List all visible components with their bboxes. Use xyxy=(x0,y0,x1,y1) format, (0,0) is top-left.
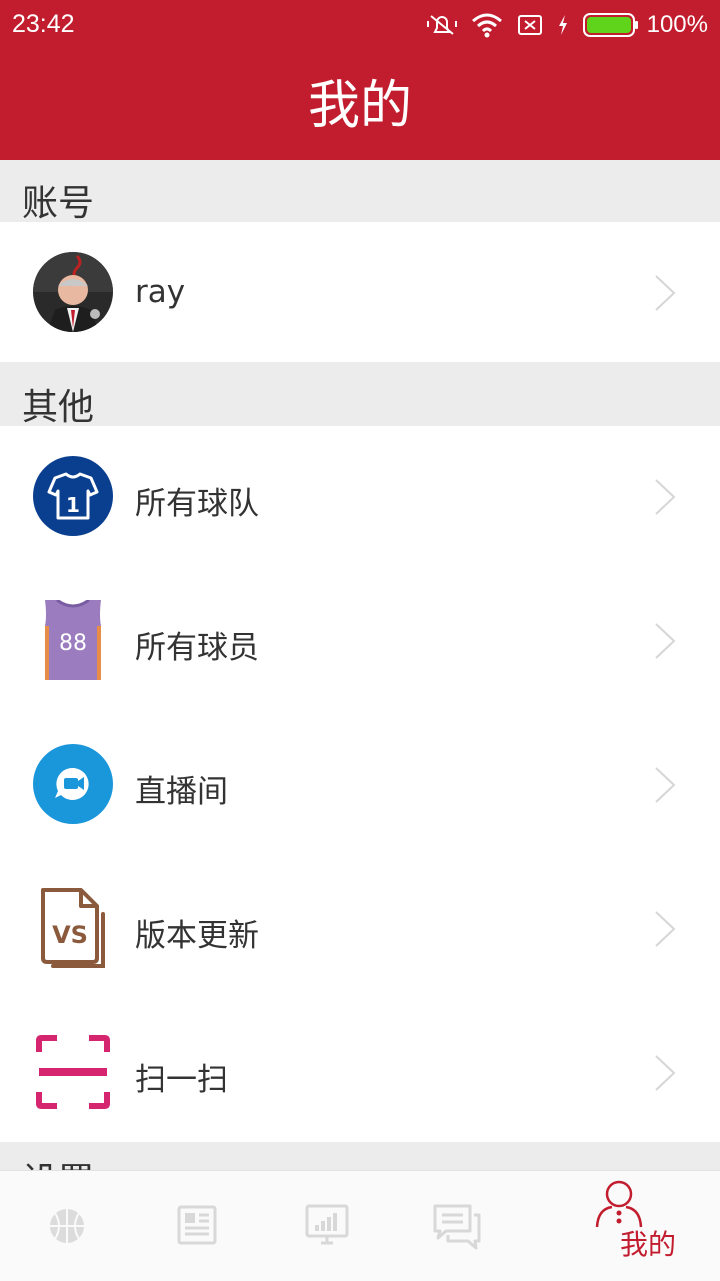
menu-label: 直播间 xyxy=(135,774,228,810)
avatar xyxy=(33,252,113,332)
menu-label: 所有球员 xyxy=(135,630,259,666)
battery-icon xyxy=(582,13,638,37)
menu-item-version-update[interactable]: VS 版本更新 xyxy=(0,858,720,1002)
other-card: 1 所有球队 88 所有球员 直播间 VS 版本更新 扫一扫 xyxy=(0,426,720,1142)
tab-news[interactable] xyxy=(144,1171,288,1281)
menu-label: 所有球队 xyxy=(135,486,259,522)
vs-file-icon: VS xyxy=(41,888,105,968)
section-header-other: 其他 xyxy=(0,362,720,428)
video-chat-icon xyxy=(33,744,113,824)
bottom-tab-bar: 我的 xyxy=(0,1170,720,1281)
account-card: ray xyxy=(0,222,720,362)
svg-text:88: 88 xyxy=(59,631,87,656)
tab-mine[interactable]: 我的 xyxy=(576,1171,720,1281)
menu-item-all-players[interactable]: 88 所有球员 xyxy=(0,570,720,714)
chevron-right-icon xyxy=(655,767,676,803)
battery-percent: 100% xyxy=(646,11,708,38)
section-header-settings: 设置 xyxy=(22,1152,94,1170)
tab-chat[interactable] xyxy=(432,1171,576,1281)
menu-item-scan[interactable]: 扫一扫 xyxy=(0,1002,720,1142)
tab-label-mine: 我的 xyxy=(619,1228,676,1261)
svg-text:1: 1 xyxy=(66,493,80,517)
svg-text:VS: VS xyxy=(52,921,88,949)
tab-stats[interactable] xyxy=(288,1171,432,1281)
section-header-account: 账号 xyxy=(0,160,720,224)
tab-basketball[interactable] xyxy=(0,1171,144,1281)
mute-vibrate-icon xyxy=(426,15,457,35)
basketball-icon xyxy=(50,1209,84,1243)
charging-icon xyxy=(558,15,567,35)
account-row[interactable]: ray xyxy=(0,222,720,362)
scan-icon xyxy=(36,1035,110,1109)
app-header: 我的 xyxy=(0,50,720,160)
chevron-right-icon xyxy=(655,275,676,311)
section-title: 账号 xyxy=(22,183,95,224)
section-title: 其他 xyxy=(22,387,95,428)
menu-label: 版本更新 xyxy=(135,918,259,954)
status-bar: 23:42 100% xyxy=(0,0,720,50)
sim-none-icon xyxy=(517,15,542,35)
user-profile-icon xyxy=(595,1180,643,1228)
chevron-right-icon xyxy=(655,911,676,947)
chevron-right-icon xyxy=(655,1055,676,1091)
menu-item-live-room[interactable]: 直播间 xyxy=(0,714,720,858)
menu-item-all-teams[interactable]: 1 所有球队 xyxy=(0,426,720,570)
page-title: 我的 xyxy=(307,76,412,136)
bar-chart-icon xyxy=(305,1204,349,1245)
chevron-right-icon xyxy=(655,479,676,515)
menu-label: 扫一扫 xyxy=(135,1062,228,1098)
chevron-right-icon xyxy=(655,623,676,659)
jersey-number-1-icon: 1 xyxy=(33,456,113,536)
username: ray xyxy=(135,274,186,310)
status-icons: 100% xyxy=(426,9,708,41)
chat-bubbles-icon xyxy=(433,1204,481,1250)
wifi-icon xyxy=(471,13,502,38)
jersey-88-icon: 88 xyxy=(45,600,101,680)
status-time: 23:42 xyxy=(12,10,75,38)
newspaper-icon xyxy=(177,1205,217,1245)
